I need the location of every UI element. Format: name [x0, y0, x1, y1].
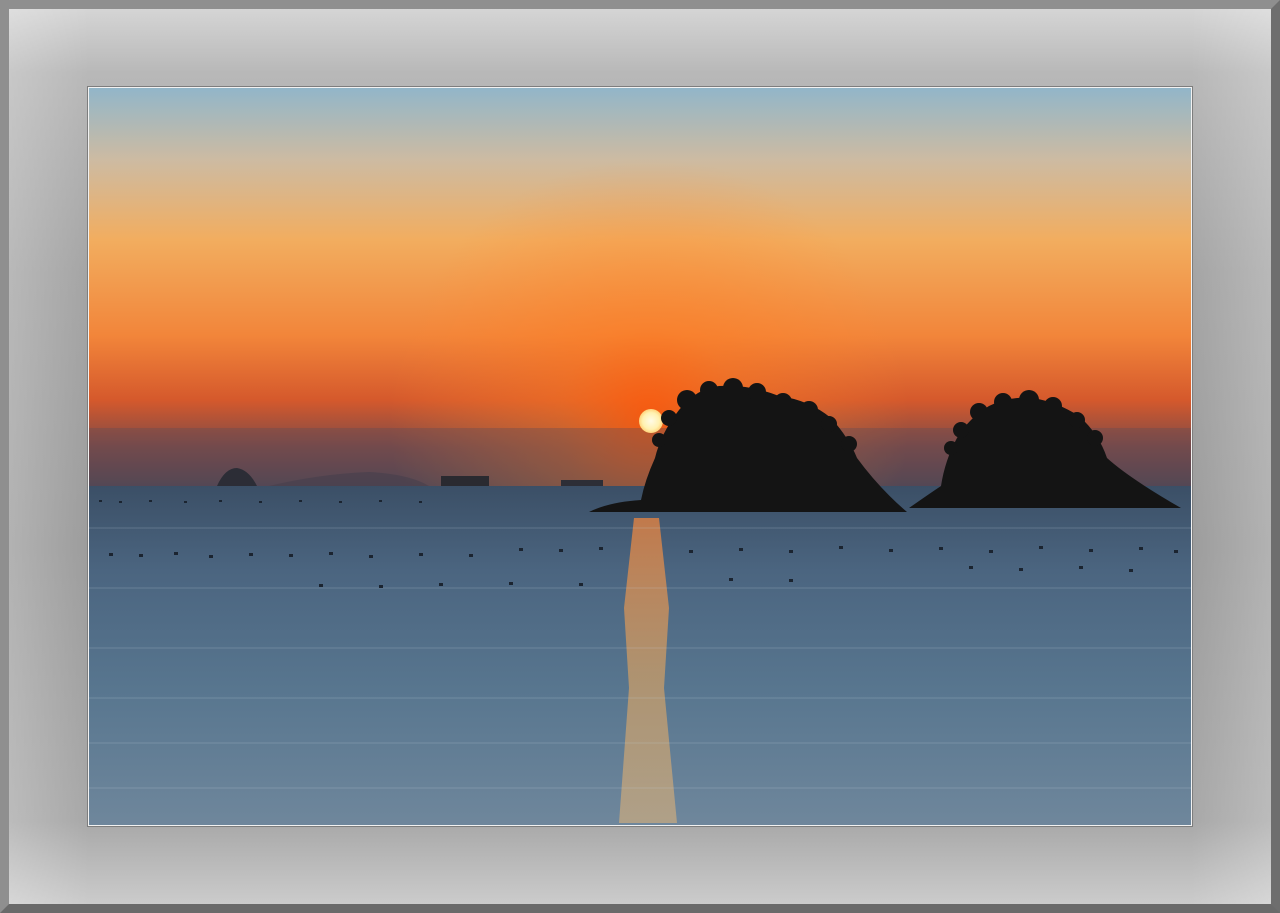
- distant-ship: [561, 480, 603, 486]
- sunset-scene: [89, 88, 1191, 825]
- distant-ship: [441, 476, 489, 486]
- sun: [639, 409, 663, 433]
- sunset-photo: [87, 86, 1193, 827]
